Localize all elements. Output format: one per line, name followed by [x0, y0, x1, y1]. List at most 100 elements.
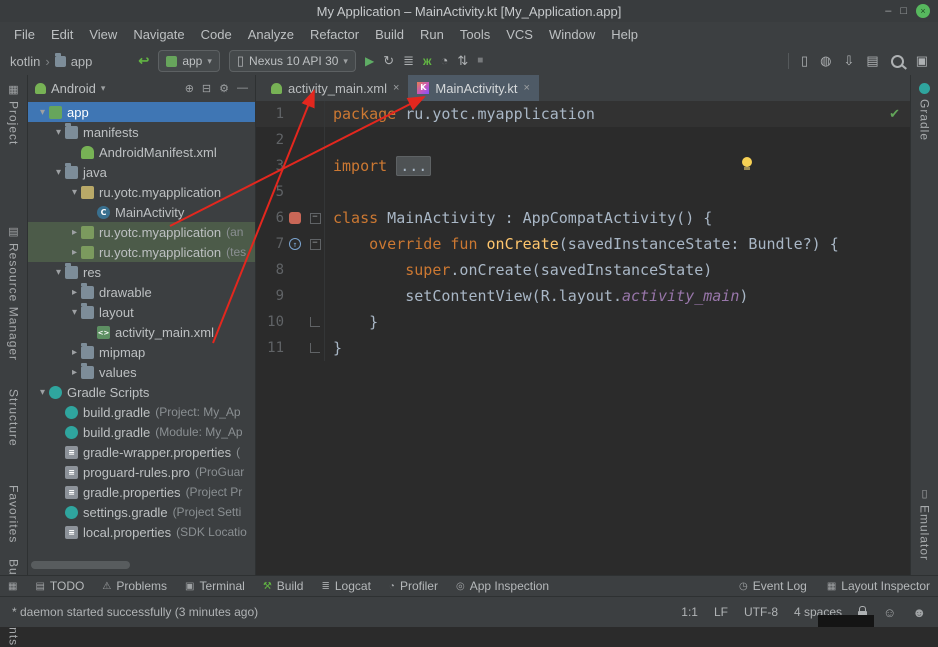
- override-method-icon[interactable]: ↑: [289, 238, 301, 250]
- chevron-right-icon[interactable]: ▸: [68, 247, 81, 258]
- attach-debugger-icon[interactable]: ⇅: [457, 53, 468, 69]
- window-layout-icon[interactable]: ▣: [916, 53, 928, 69]
- menu-file[interactable]: File: [6, 27, 43, 42]
- menu-refactor[interactable]: Refactor: [302, 27, 367, 42]
- tool-build[interactable]: ⚒ Build: [263, 579, 304, 593]
- class-marker-icon[interactable]: [289, 212, 301, 224]
- fold-end-icon[interactable]: [310, 343, 320, 353]
- stripe-gradle[interactable]: Gradle: [918, 83, 932, 141]
- tool-terminal[interactable]: ▣ Terminal: [185, 579, 245, 593]
- fold-end-icon[interactable]: [310, 317, 320, 327]
- chevron-right-icon[interactable]: ▸: [68, 347, 81, 358]
- menu-edit[interactable]: Edit: [43, 27, 81, 42]
- locate-file-icon[interactable]: ⊕: [185, 82, 194, 95]
- tool-layout-inspector[interactable]: ▦ Layout Inspector: [827, 579, 930, 593]
- tree-item-drawable[interactable]: ▸ drawable: [28, 282, 255, 302]
- code-line[interactable]: 10 }: [256, 309, 910, 335]
- run-button[interactable]: ▶: [365, 53, 374, 69]
- code-line[interactable]: 2: [256, 127, 910, 153]
- menu-run[interactable]: Run: [412, 27, 452, 42]
- sync-project-icon[interactable]: ↩: [138, 53, 149, 69]
- menu-navigate[interactable]: Navigate: [125, 27, 192, 42]
- code-line[interactable]: 5: [256, 179, 910, 205]
- tool-problems[interactable]: ⚠ Problems: [102, 579, 167, 593]
- stripe-resource-manager[interactable]: ▤ Resource Manager: [7, 225, 21, 361]
- fold-collapse-icon[interactable]: −: [310, 239, 321, 250]
- minimize-button[interactable]: –: [885, 5, 891, 17]
- tree-item-settings-gradle[interactable]: settings.gradle (Project Setti: [28, 502, 255, 522]
- caret-position[interactable]: 1:1: [681, 605, 698, 619]
- tool-logcat[interactable]: ≣ Logcat: [321, 579, 370, 593]
- gradle-sync-icon[interactable]: ◍: [820, 53, 831, 69]
- chevron-down-icon[interactable]: ▾: [36, 107, 49, 118]
- stop-button[interactable]: ■: [477, 53, 483, 69]
- scrollbar-thumb[interactable]: [31, 561, 130, 569]
- tree-item-gradle-properties[interactable]: gradle.properties (Project Pr: [28, 482, 255, 502]
- tree-item-androidmanifest[interactable]: AndroidManifest.xml: [28, 142, 255, 162]
- line-separator[interactable]: LF: [714, 605, 728, 619]
- code-line[interactable]: 11 }: [256, 335, 910, 361]
- menu-analyze[interactable]: Analyze: [240, 27, 302, 42]
- run-config-combo[interactable]: app ▾: [158, 50, 220, 72]
- chevron-down-icon[interactable]: ▾: [52, 267, 65, 278]
- tree-item-layout[interactable]: ▾ layout: [28, 302, 255, 322]
- profile-button[interactable]: ◔: [441, 53, 449, 69]
- tree-item-mainactivity[interactable]: MainActivity: [28, 202, 255, 222]
- tree-item-gradle-scripts[interactable]: ▾ Gradle Scripts: [28, 382, 255, 402]
- horizontal-scrollbar[interactable]: [31, 561, 252, 569]
- fold-collapse-icon[interactable]: −: [310, 213, 321, 224]
- device-manager-icon[interactable]: ▯: [801, 53, 808, 69]
- code-editor[interactable]: 1 package ru.yotc.myapplication 2 3 impo…: [256, 101, 910, 575]
- tree-item-java[interactable]: ▾ java: [28, 162, 255, 182]
- breadcrumb-module[interactable]: kotlin: [10, 54, 40, 69]
- code-line[interactable]: 1 package ru.yotc.myapplication: [256, 101, 910, 127]
- tree-item-build-gradle-module[interactable]: build.gradle (Module: My_Ap: [28, 422, 255, 442]
- chevron-down-icon[interactable]: ▾: [68, 307, 81, 318]
- folded-imports[interactable]: ...: [396, 156, 431, 176]
- menu-tools[interactable]: Tools: [452, 27, 498, 42]
- code-line[interactable]: 6 − class MainActivity : AppCompatActivi…: [256, 205, 910, 231]
- close-button[interactable]: ×: [916, 4, 930, 18]
- apply-changes-icon[interactable]: ↻: [383, 53, 394, 69]
- tree-item-gradle-wrapper[interactable]: gradle-wrapper.properties (: [28, 442, 255, 462]
- tool-todo[interactable]: ▤ TODO: [35, 579, 84, 593]
- project-view-selector[interactable]: Android: [51, 81, 96, 96]
- tree-item-mipmap[interactable]: ▸ mipmap: [28, 342, 255, 362]
- menu-vcs[interactable]: VCS: [498, 27, 541, 42]
- maximize-button[interactable]: □: [900, 5, 907, 17]
- tree-item-package[interactable]: ▾ ru.yotc.myapplication: [28, 182, 255, 202]
- inspection-ok-icon[interactable]: ✔: [889, 106, 900, 122]
- collapse-all-icon[interactable]: ⊟: [202, 82, 211, 95]
- status-smiley-icon[interactable]: ☻: [912, 605, 926, 620]
- tree-item-proguard-rules[interactable]: proguard-rules.pro (ProGuar: [28, 462, 255, 482]
- search-icon[interactable]: [891, 55, 904, 68]
- stripe-project[interactable]: ▦ Project: [7, 83, 21, 145]
- menu-window[interactable]: Window: [541, 27, 603, 42]
- code-line[interactable]: 7 ↑ − override fun onCreate(savedInstanc…: [256, 231, 910, 257]
- tree-item-app[interactable]: ▾ app: [28, 102, 255, 122]
- stripe-favorites[interactable]: Favorites: [7, 485, 21, 543]
- code-line[interactable]: 3 import ...: [256, 153, 910, 179]
- tree-item-package-test[interactable]: ▸ ru.yotc.myapplication (tes: [28, 242, 255, 262]
- tool-window-switcher-icon[interactable]: ▦: [8, 581, 17, 592]
- stripe-structure[interactable]: Structure: [7, 389, 21, 447]
- chevron-down-icon[interactable]: ▾: [68, 187, 81, 198]
- code-line[interactable]: 8 super.onCreate(savedInstanceState): [256, 257, 910, 283]
- tool-profiler[interactable]: ◔ Profiler: [389, 579, 438, 593]
- chevron-right-icon[interactable]: ▸: [68, 287, 81, 298]
- tree-item-local-properties[interactable]: local.properties (SDK Locatio: [28, 522, 255, 542]
- code-line[interactable]: 9 setContentView(R.layout.activity_main): [256, 283, 910, 309]
- tree-item-res[interactable]: ▾ res: [28, 262, 255, 282]
- hide-panel-icon[interactable]: —: [237, 82, 248, 95]
- stripe-emulator[interactable]: ▯ Emulator: [918, 487, 932, 561]
- chevron-down-icon[interactable]: ▾: [52, 127, 65, 138]
- hector-inspector-icon[interactable]: ☺: [883, 605, 896, 620]
- tab-mainactivity-kt[interactable]: K MainActivity.kt ×: [408, 75, 539, 101]
- device-combo[interactable]: ▯ Nexus 10 API 30 ▾: [229, 50, 356, 72]
- close-tab-icon[interactable]: ×: [393, 82, 399, 94]
- tree-item-manifests[interactable]: ▾ manifests: [28, 122, 255, 142]
- avd-manager-icon[interactable]: ▤: [866, 53, 878, 69]
- tree-item-values[interactable]: ▸ values: [28, 362, 255, 382]
- intention-bulb-icon[interactable]: [742, 157, 752, 167]
- chevron-right-icon[interactable]: ▸: [68, 367, 81, 378]
